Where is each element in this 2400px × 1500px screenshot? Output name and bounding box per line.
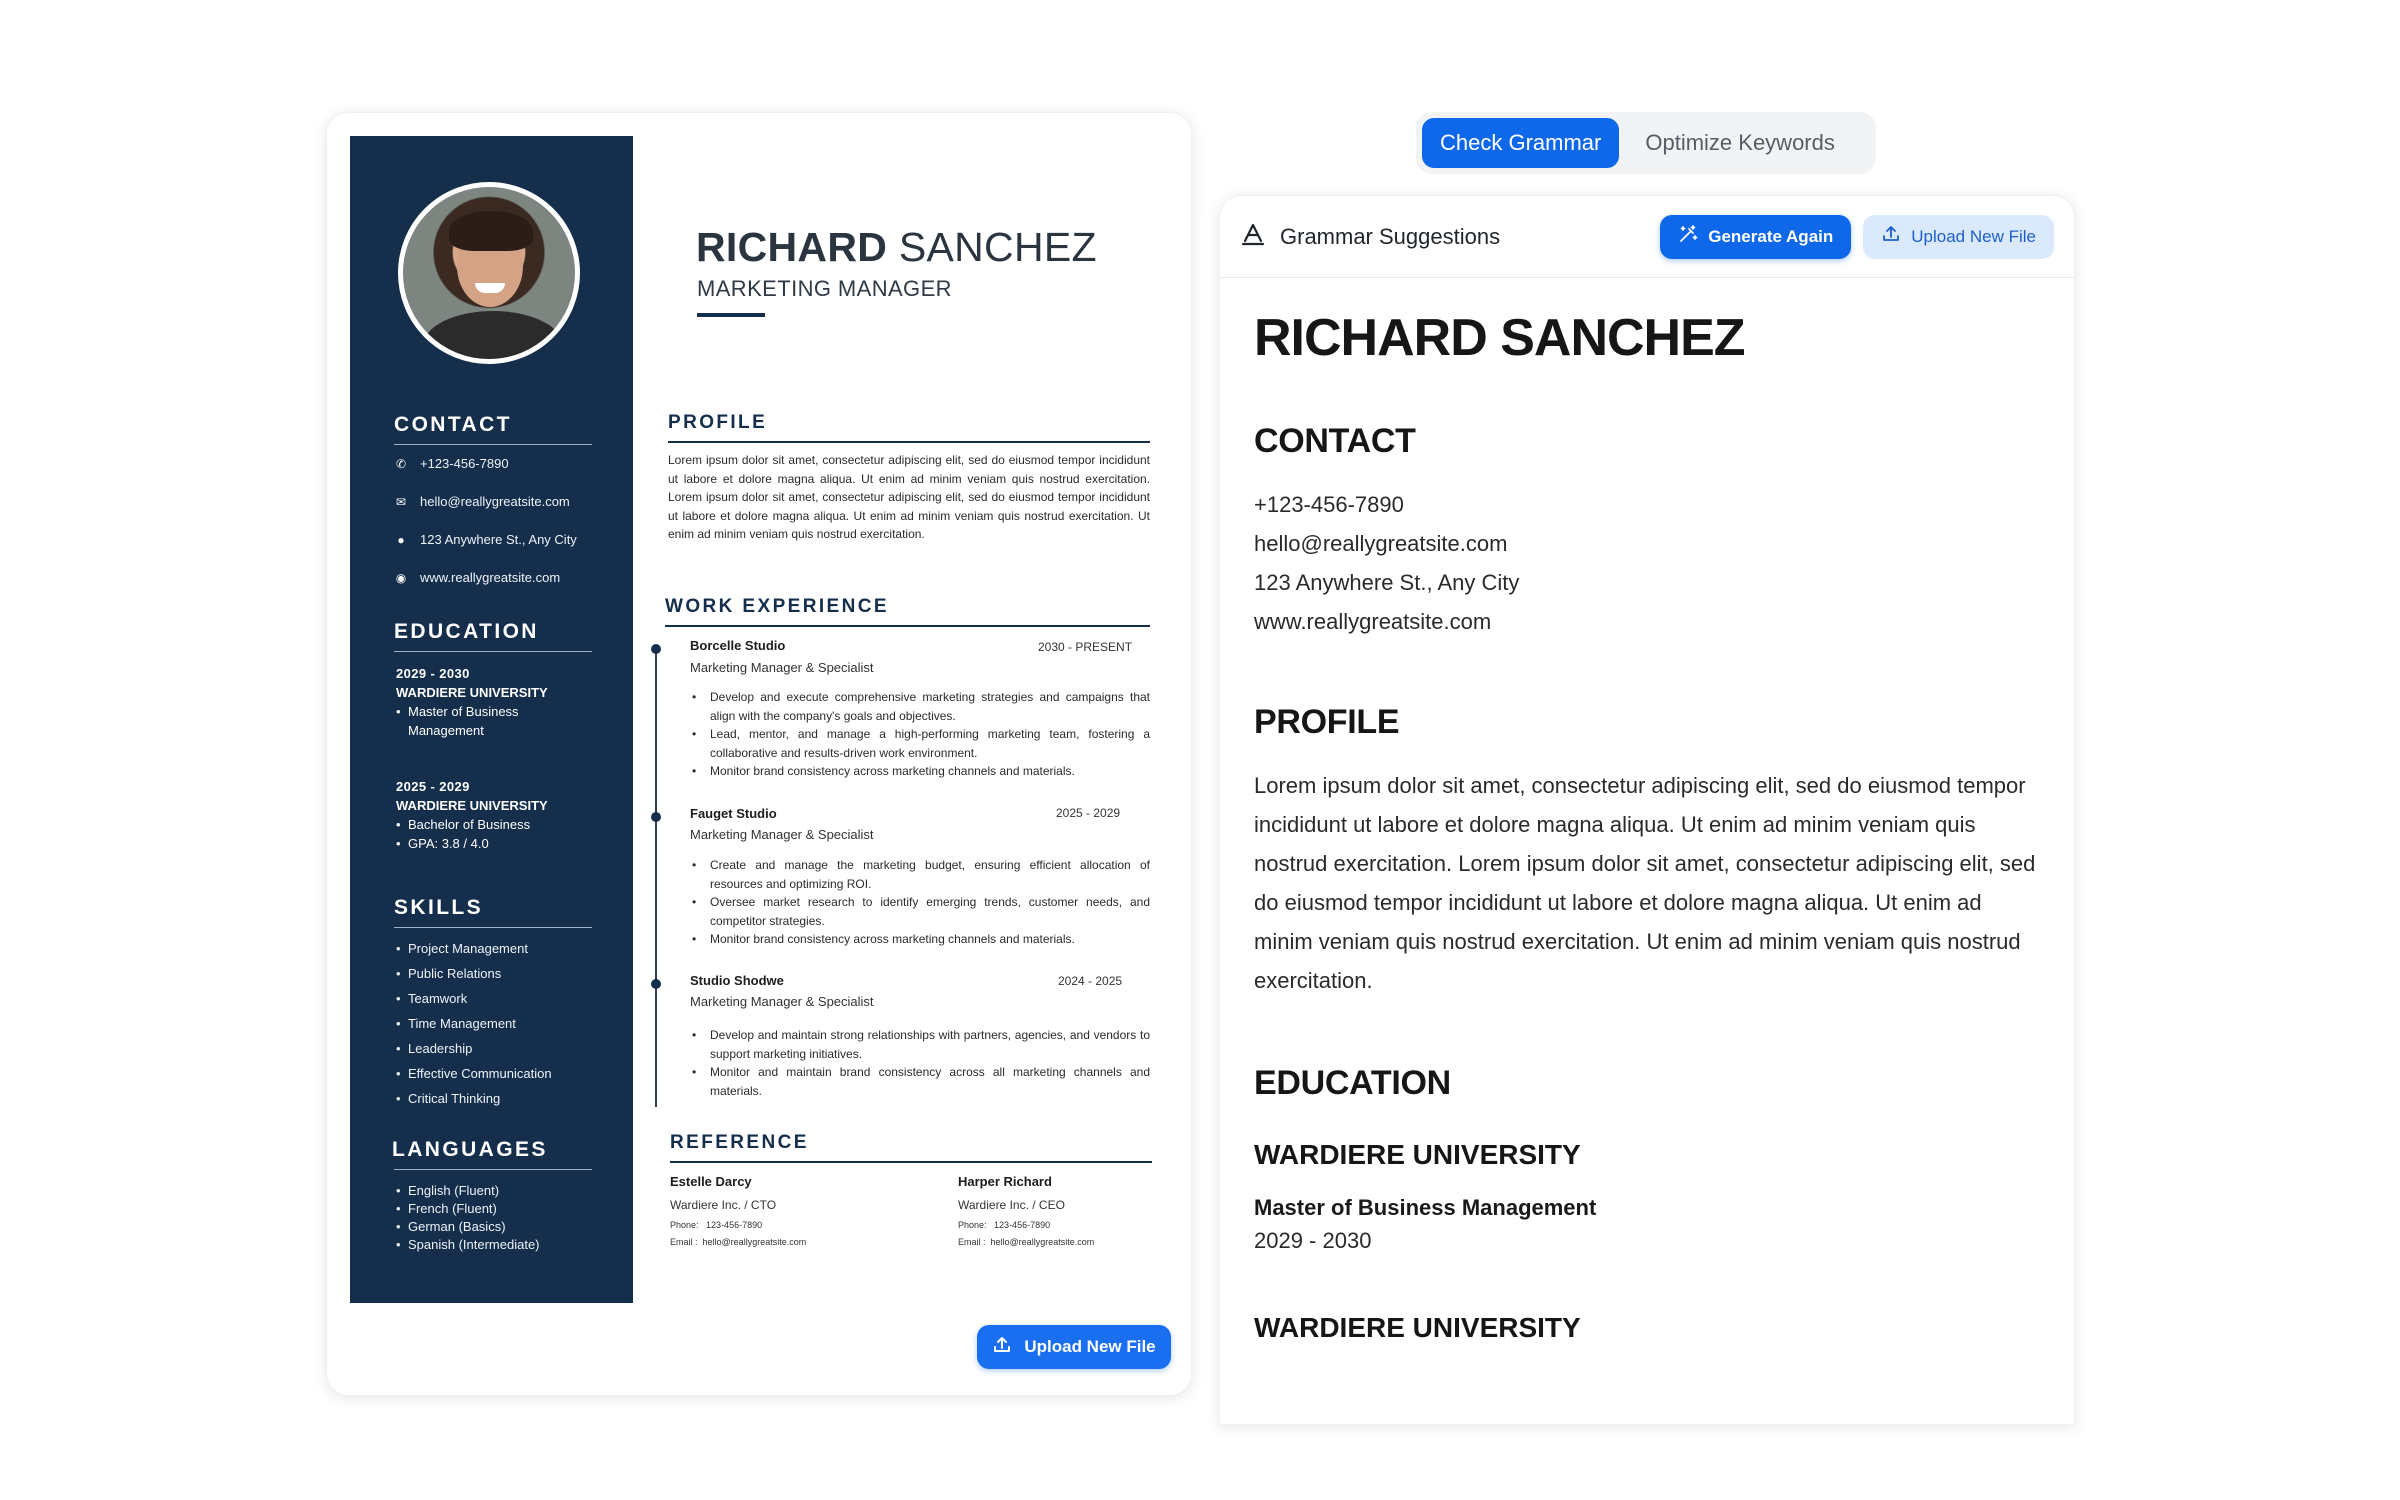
list-item: Public Relations: [396, 961, 552, 986]
grammar-document: RICHARD SANCHEZ CONTACT +123-456-7890 he…: [1254, 308, 2044, 1344]
list-item: Create and manage the marketing budget, …: [690, 856, 1150, 893]
globe-icon: ◉: [395, 570, 407, 585]
mode-tabs: Check Grammar Optimize Keywords: [1416, 112, 1876, 174]
title-underline: [697, 313, 765, 317]
job-bullets: Create and manage the marketing budget, …: [690, 856, 1150, 949]
timeline-dot: [651, 812, 661, 822]
doc-profile-text: Lorem ipsum dolor sit amet, consectetur …: [1254, 773, 2036, 993]
list-item: German (Basics): [396, 1218, 540, 1236]
job-dates: 2030 - PRESENT: [1038, 640, 1133, 654]
contact-phone: ✆ +123-456-7890: [395, 456, 509, 471]
doc-contact-line: 123 Anywhere St., Any City: [1254, 570, 1520, 595]
resume-name: RICHARD SANCHEZ: [696, 224, 1097, 270]
job-dates: 2024 - 2025: [1058, 974, 1123, 988]
grammar-suggestions-panel: Grammar Suggestions Generate Again Uploa…: [1219, 195, 2075, 1425]
doc-university: WARDIERE UNIVERSITY: [1254, 1312, 1581, 1343]
resume-sidebar: CONTACT ✆ +123-456-7890 ✉ hello@reallygr…: [350, 136, 633, 1303]
reference-phone: Phone: 123-456-7890: [958, 1220, 1051, 1230]
tab-check-grammar[interactable]: Check Grammar: [1422, 118, 1620, 168]
doc-degree: Master of Business Management: [1254, 1195, 1597, 1220]
reference-company: Wardiere Inc. / CTO: [670, 1198, 777, 1212]
reference-heading: REFERENCE: [670, 1132, 809, 1153]
doc-name: RICHARD SANCHEZ: [1254, 309, 1746, 367]
doc-years: 2029 - 2030: [1254, 1228, 1372, 1253]
upload-new-file-button[interactable]: Upload New File: [1863, 214, 2054, 259]
location-pin-icon: ●: [397, 532, 405, 547]
list-item: Develop and execute comprehensive market…: [690, 688, 1150, 725]
job-role: Marketing Manager & Specialist: [690, 660, 874, 675]
reference-email: Email : hello@reallygreatsite.com: [958, 1237, 1095, 1247]
panel-title: Grammar Suggestions: [1240, 221, 1500, 253]
doc-profile-heading: PROFILE: [1254, 703, 1400, 741]
list-item: Spanish (Intermediate): [396, 1236, 540, 1254]
list-item: English (Fluent): [396, 1182, 540, 1200]
text-grammar-icon: [1240, 221, 1266, 253]
upload-icon: [992, 1335, 1012, 1360]
job-company: Studio Shodwe: [690, 973, 784, 988]
phone-icon: ✆: [395, 456, 407, 471]
reference-company: Wardiere Inc. / CEO: [958, 1198, 1065, 1212]
list-item: Lead, mentor, and manage a high-performi…: [690, 725, 1150, 762]
contact-address: ● 123 Anywhere St., Any City: [394, 532, 576, 547]
list-item: Critical Thinking: [396, 1086, 552, 1111]
education-entry: 2029 - 2030 WARDIERE UNIVERSITY • Master …: [396, 666, 548, 738]
list-item: Monitor brand consistency across marketi…: [690, 762, 1150, 781]
doc-university: WARDIERE UNIVERSITY: [1254, 1139, 1581, 1170]
doc-contact-line: +123-456-7890: [1254, 492, 1404, 517]
job-bullets: Develop and maintain strong relationship…: [690, 1026, 1150, 1100]
list-item: Time Management: [396, 1011, 552, 1036]
panel-header: Grammar Suggestions Generate Again Uploa…: [1220, 196, 2074, 278]
job-role: Marketing Manager & Specialist: [690, 994, 874, 1009]
list-item: Project Management: [396, 936, 552, 961]
reference-phone: Phone: 123-456-7890: [670, 1220, 763, 1230]
magic-wand-icon: [1678, 224, 1698, 249]
work-experience-heading: WORK EXPERIENCE: [665, 596, 889, 617]
job-company: Fauget Studio: [690, 806, 777, 821]
profile-heading: PROFILE: [668, 412, 768, 433]
generate-again-button[interactable]: Generate Again: [1660, 214, 1852, 259]
list-item: Teamwork: [396, 986, 552, 1011]
job-company: Borcelle Studio: [690, 638, 786, 653]
list-item: Monitor brand consistency across marketi…: [690, 930, 1150, 949]
reference-name: Harper Richard: [958, 1174, 1052, 1189]
contact-website: ◉ www.reallygreatsite.com: [395, 570, 561, 585]
doc-contact-heading: CONTACT: [1254, 422, 1416, 460]
job-dates: 2025 - 2029: [1056, 806, 1121, 820]
resume-job-title: MARKETING MANAGER: [697, 276, 952, 301]
reference-email: Email : hello@reallygreatsite.com: [670, 1237, 807, 1247]
resume-document: CONTACT ✆ +123-456-7890 ✉ hello@reallygr…: [350, 136, 1170, 1303]
job-bullets: Develop and execute comprehensive market…: [690, 688, 1150, 781]
list-item: French (Fluent): [396, 1200, 540, 1218]
list-item: Develop and maintain strong relationship…: [690, 1026, 1150, 1063]
profile-photo: [398, 182, 580, 364]
skills-list: Project Management Public Relations Team…: [396, 936, 552, 1111]
job-role: Marketing Manager & Specialist: [690, 827, 874, 842]
upload-new-file-button[interactable]: Upload New File: [977, 1325, 1171, 1369]
contact-email: ✉ hello@reallygreatsite.com: [395, 494, 570, 509]
list-item: Leadership: [396, 1036, 552, 1061]
skills-heading: SKILLS: [394, 896, 484, 919]
mail-icon: ✉: [395, 494, 407, 509]
education-heading: EDUCATION: [394, 620, 539, 643]
upload-icon: [1881, 224, 1901, 249]
doc-contact-line: www.reallygreatsite.com: [1254, 609, 1492, 634]
doc-education-heading: EDUCATION: [1254, 1064, 1451, 1102]
languages-list: English (Fluent) French (Fluent) German …: [396, 1182, 540, 1254]
list-item: Effective Communication: [396, 1061, 552, 1086]
doc-contact-line: hello@reallygreatsite.com: [1254, 531, 1508, 556]
education-entry: 2025 - 2029 WARDIERE UNIVERSITY • Bachelo…: [396, 779, 548, 851]
list-item: Oversee market research to identify emer…: [690, 893, 1150, 930]
reference-name: Estelle Darcy: [670, 1174, 752, 1189]
timeline-dot: [651, 644, 661, 654]
list-item: Monitor and maintain brand consistency a…: [690, 1063, 1150, 1100]
languages-heading: LANGUAGES: [392, 1138, 548, 1161]
contact-heading: CONTACT: [394, 413, 512, 436]
tab-optimize-keywords[interactable]: Optimize Keywords: [1627, 118, 1853, 168]
resume-preview-card: CONTACT ✆ +123-456-7890 ✉ hello@reallygr…: [326, 112, 1192, 1396]
timeline-line: [655, 649, 657, 1107]
timeline-dot: [651, 979, 661, 989]
profile-text: Lorem ipsum dolor sit amet, consectetur …: [668, 453, 1150, 542]
